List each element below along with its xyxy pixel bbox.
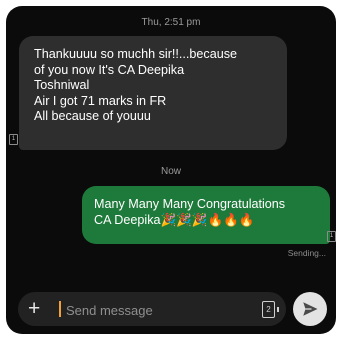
send-icon bbox=[303, 302, 318, 316]
send-button[interactable] bbox=[293, 292, 327, 326]
message-timestamp: Thu, 2:51 pm bbox=[141, 17, 201, 28]
message-timestamp-now: Now bbox=[160, 166, 181, 177]
plus-icon[interactable]: + bbox=[28, 298, 40, 320]
message-status: Sending... bbox=[287, 248, 326, 258]
incoming-message-bubble[interactable]: Thankuuuu so muchh sir!!...because of yo… bbox=[19, 36, 287, 150]
message-composer: + 2 bbox=[18, 292, 286, 326]
messages-screen: Thu, 2:51 pm Thankuuuu so muchh sir!!...… bbox=[6, 6, 336, 334]
sim-card-icon[interactable]: 2 bbox=[262, 301, 279, 318]
sim-indicator-icon: 1 bbox=[9, 134, 18, 145]
sim-indicator-icon: 1 bbox=[327, 231, 336, 242]
text-cursor bbox=[59, 301, 61, 317]
message-input[interactable] bbox=[64, 299, 248, 321]
outgoing-message-bubble[interactable]: Many Many Many Congratulations CA Deepik… bbox=[82, 186, 330, 244]
